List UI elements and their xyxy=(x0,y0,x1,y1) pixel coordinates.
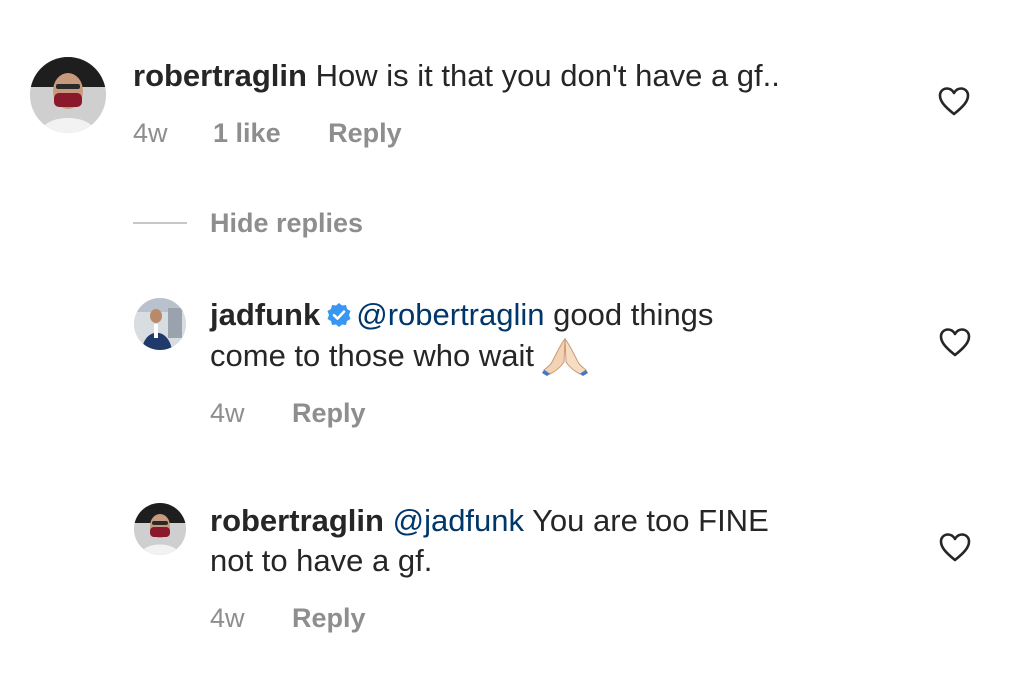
heart-icon[interactable] xyxy=(939,532,971,562)
timestamp: 4w xyxy=(133,118,168,148)
comment-text-line-2: come to those who wait xyxy=(210,336,588,376)
mention-link[interactable]: @jadfunk xyxy=(393,503,524,538)
comment-body: You are too FINE xyxy=(524,503,769,538)
thread-divider xyxy=(133,222,187,224)
heart-icon[interactable] xyxy=(938,86,970,116)
comment-text: robertraglin How is it that you don't ha… xyxy=(133,56,780,96)
reply-button[interactable]: Reply xyxy=(292,396,366,430)
folded-hands-emoji xyxy=(541,337,588,376)
avatar[interactable] xyxy=(134,298,186,350)
comment-meta: 4w Reply xyxy=(210,601,366,635)
comment-text-line-1: robertraglin @jadfunk You are too FINE xyxy=(210,501,769,541)
comment-body: good things xyxy=(544,297,714,332)
verified-badge-icon xyxy=(327,303,351,327)
username-link[interactable]: jadfunk xyxy=(210,297,320,332)
hide-replies-toggle[interactable]: Hide replies xyxy=(133,203,363,243)
likes-count-link[interactable]: 1 like xyxy=(213,116,281,150)
timestamp: 4w xyxy=(210,398,245,428)
comment-body: How is it that you don't have a gf.. xyxy=(315,58,780,93)
avatar-photo xyxy=(134,503,186,555)
avatar[interactable] xyxy=(134,503,186,555)
heart-icon[interactable] xyxy=(939,327,971,357)
comment-body-continued: come to those who wait xyxy=(210,338,534,373)
username-link[interactable]: robertraglin xyxy=(133,58,307,93)
comment-text-line-2: not to have a gf. xyxy=(210,541,432,581)
avatar[interactable] xyxy=(30,57,106,133)
avatar-photo xyxy=(134,298,186,350)
reply-button[interactable]: Reply xyxy=(328,116,402,150)
hide-replies-label: Hide replies xyxy=(210,207,364,238)
comment-body-continued: not to have a gf. xyxy=(210,543,433,578)
avatar-photo xyxy=(30,57,106,133)
mention-link[interactable]: @robertraglin xyxy=(356,297,544,332)
comment-text-line-1: jadfunk @robertraglin good things xyxy=(210,295,713,335)
reply-button[interactable]: Reply xyxy=(292,601,366,635)
comment-meta: 4w 1 like Reply xyxy=(133,116,402,150)
comment-meta: 4w Reply xyxy=(210,396,366,430)
timestamp: 4w xyxy=(210,603,245,633)
username-link[interactable]: robertraglin xyxy=(210,503,384,538)
